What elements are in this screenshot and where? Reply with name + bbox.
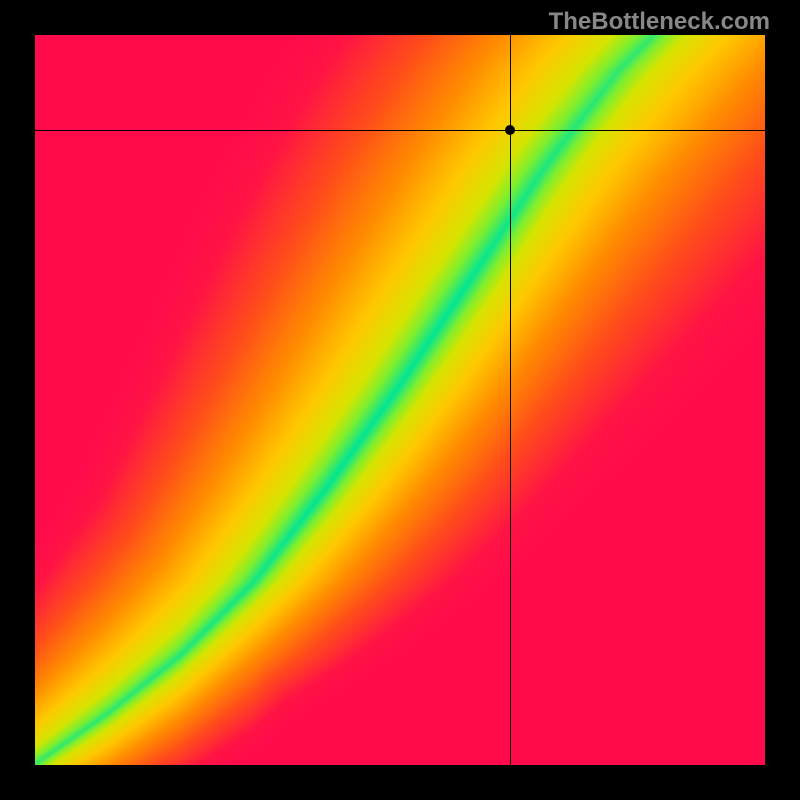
- watermark-text: TheBottleneck.com: [549, 8, 770, 36]
- marker-dot: [505, 125, 515, 135]
- heatmap-canvas: [35, 35, 765, 765]
- crosshair-horizontal: [35, 130, 765, 131]
- crosshair-vertical: [510, 35, 511, 765]
- chart-container: TheBottleneck.com: [0, 0, 800, 800]
- plot-area: [35, 35, 765, 765]
